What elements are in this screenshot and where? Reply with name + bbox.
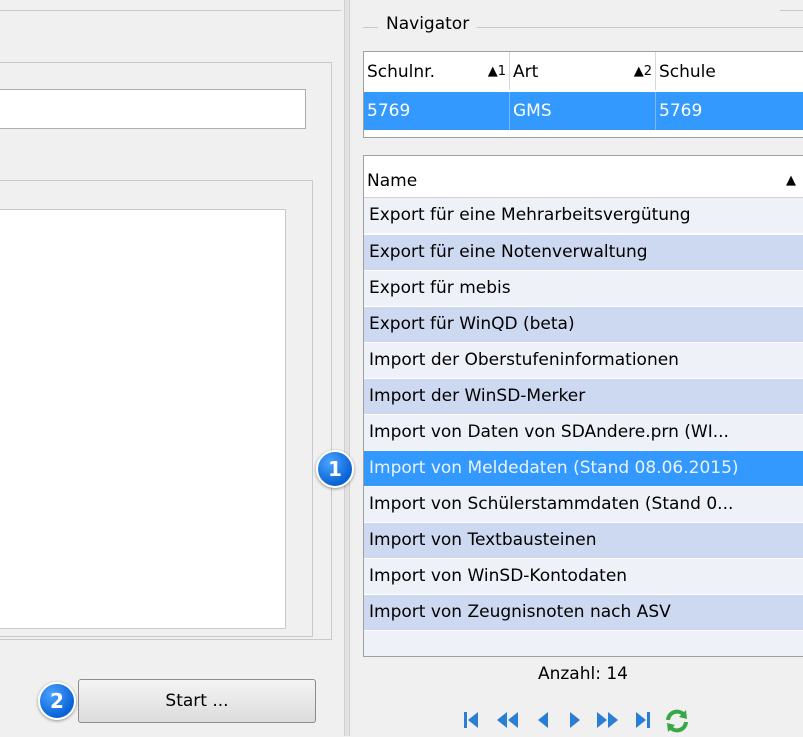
list-item[interactable]: Import von WinSD-Kontodaten — [364, 559, 803, 594]
record-count: Anzahl: 14 — [537, 664, 628, 684]
column-header-schule[interactable]: Schule — [656, 52, 803, 90]
import-export-list[interactable]: Name ▲ Export für eine Mehrarbeitsvergüt… — [363, 155, 803, 657]
top-divider — [0, 10, 341, 11]
sort-asc-icon: ▲1 — [487, 64, 506, 79]
sort-asc-icon: ▲2 — [633, 64, 652, 79]
cell-art[interactable]: GMS — [510, 92, 656, 130]
panel-splitter[interactable] — [344, 0, 350, 736]
prev-icon[interactable] — [532, 708, 554, 732]
top-divider-right — [780, 10, 803, 11]
cell-schule[interactable]: 5769 — [656, 92, 803, 130]
callout-badge-1: 1 — [316, 450, 354, 488]
cell-schulnr[interactable]: 5769 — [364, 92, 510, 130]
list-item-selected[interactable]: Import von Meldedaten (Stand 08.06.2015) — [364, 451, 803, 486]
start-button[interactable]: Start ... — [78, 679, 316, 723]
callout-badge-2: 2 — [38, 682, 76, 720]
list-empty-row — [364, 631, 803, 656]
list-item[interactable]: Export für eine Notenverwaltung — [364, 235, 803, 270]
next-page-icon[interactable] — [594, 708, 622, 732]
column-label: Schulnr. — [367, 62, 436, 82]
navigator-grid[interactable]: Schulnr. ▲1 Art ▲2 Schule 5769 GMS 5769 — [363, 51, 803, 138]
list-item[interactable]: Import von Schülerstammdaten (Stand 0... — [364, 487, 803, 522]
refresh-icon[interactable] — [664, 708, 690, 734]
left-list-area[interactable] — [0, 209, 286, 629]
left-text-field[interactable] — [0, 89, 306, 129]
column-header-name[interactable]: Name ▲ — [364, 156, 803, 198]
list-item[interactable]: Import von Textbausteinen — [364, 523, 803, 558]
list-item[interactable]: Import der WinSD-Merker — [364, 379, 803, 414]
list-item[interactable]: Export für WinQD (beta) — [364, 307, 803, 342]
navigator-title: Navigator — [378, 14, 478, 34]
column-label: Art — [513, 62, 539, 82]
list-item[interactable]: Export für mebis — [364, 271, 803, 306]
column-header-art[interactable]: Art ▲2 — [510, 52, 656, 90]
prev-page-icon[interactable] — [493, 708, 521, 732]
first-icon[interactable] — [460, 708, 482, 732]
list-item[interactable]: Export für eine Mehrarbeitsvergütung — [364, 198, 803, 233]
next-icon[interactable] — [564, 708, 586, 732]
list-item[interactable]: Import von Daten von SDAndere.prn (WI... — [364, 415, 803, 450]
column-label: Name — [367, 171, 418, 191]
column-label: Schule — [659, 62, 716, 82]
last-icon[interactable] — [632, 708, 654, 732]
list-item[interactable]: Import der Oberstufeninformationen — [364, 343, 803, 378]
column-header-schulnr[interactable]: Schulnr. ▲1 — [364, 52, 510, 90]
list-item[interactable]: Import von Zeugnisnoten nach ASV — [364, 595, 803, 630]
